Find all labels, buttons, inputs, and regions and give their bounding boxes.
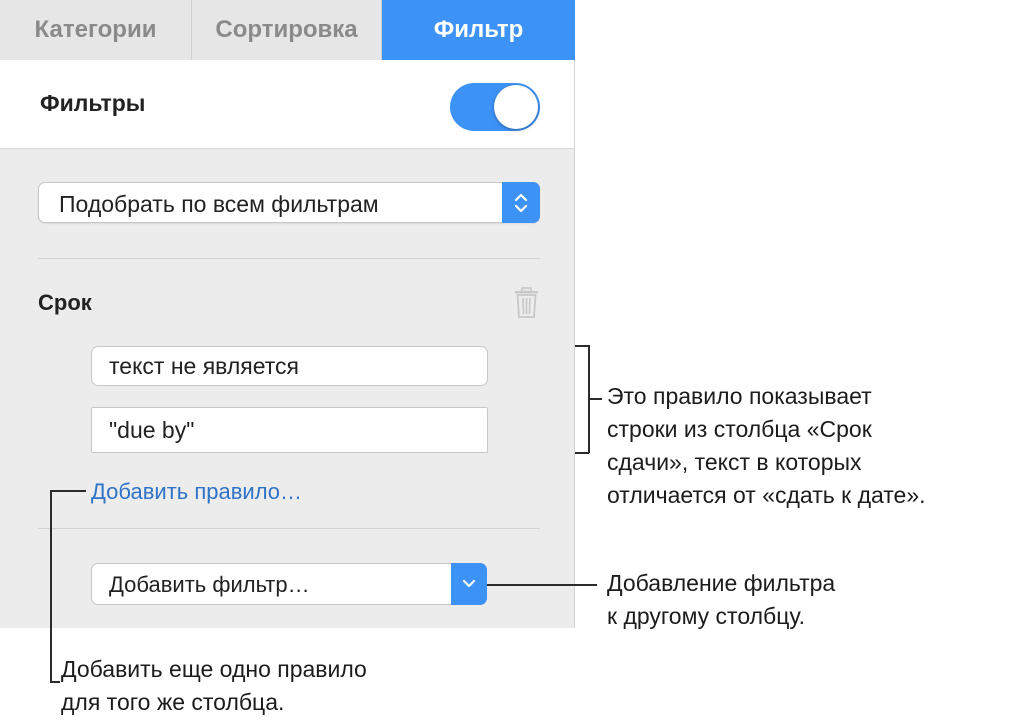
callout-line: Это правило показывает [607, 383, 872, 409]
tab-sort[interactable]: Сортировка [192, 0, 382, 60]
rule-condition-select[interactable]: текст не является [91, 346, 488, 386]
callout-add-rule: Добавить еще одно правило для того же ст… [61, 653, 367, 719]
match-mode-value: Подобрать по всем фильтрам [59, 191, 379, 217]
rule-condition-value: текст не является [109, 353, 299, 379]
callout-leader-add-rule-v [50, 490, 52, 682]
divider [38, 258, 540, 259]
trash-icon[interactable] [513, 287, 540, 319]
callout-line: Добавление фильтра [607, 570, 836, 596]
add-rule-link[interactable]: Добавить правило… [91, 479, 302, 505]
callout-line: строки из столбца «Срок [607, 416, 872, 442]
tab-filter[interactable]: Фильтр [382, 0, 575, 60]
rule-value-text: "due by" [109, 417, 195, 443]
callout-leader [589, 398, 602, 400]
add-filter-select[interactable]: Добавить фильтр… [91, 563, 487, 605]
format-sidebar: Категории Сортировка Фильтр Фильтры Подо… [0, 0, 575, 628]
tab-bar: Категории Сортировка Фильтр [0, 0, 575, 60]
tab-categories[interactable]: Категории [0, 0, 192, 60]
callout-line: для того же столбца. [61, 689, 285, 715]
match-mode-select[interactable]: Подобрать по всем фильтрам [38, 182, 540, 223]
callout-rule-explanation: Это правило показывает строки из столбца… [607, 380, 926, 512]
callout-line: к другому столбцу. [607, 603, 805, 629]
chevron-down-icon[interactable] [451, 563, 487, 605]
filters-header: Фильтры [0, 60, 574, 149]
callout-line: сдачи», текст в которых [607, 449, 862, 475]
callout-leader-add-filter [487, 584, 597, 586]
rule-column-name: Срок [38, 290, 92, 315]
callout-line: отличается от «сдать к дате». [607, 482, 926, 508]
filters-title: Фильтры [40, 90, 146, 116]
add-filter-label: Добавить фильтр… [109, 572, 310, 597]
callout-bracket-bottom [575, 452, 589, 454]
callout-line: Добавить еще одно правило [61, 656, 367, 682]
callout-add-filter: Добавление фильтра к другому столбцу. [607, 567, 835, 633]
rule-value-input[interactable]: "due by" [91, 407, 488, 453]
toggle-knob [494, 85, 538, 129]
divider [38, 528, 540, 529]
filters-toggle[interactable] [450, 83, 540, 131]
up-down-chevron-icon[interactable] [502, 182, 540, 223]
callout-bracket-top [575, 345, 589, 347]
callout-leader-add-rule-end [50, 681, 60, 683]
callout-leader-add-rule-h [50, 490, 86, 492]
